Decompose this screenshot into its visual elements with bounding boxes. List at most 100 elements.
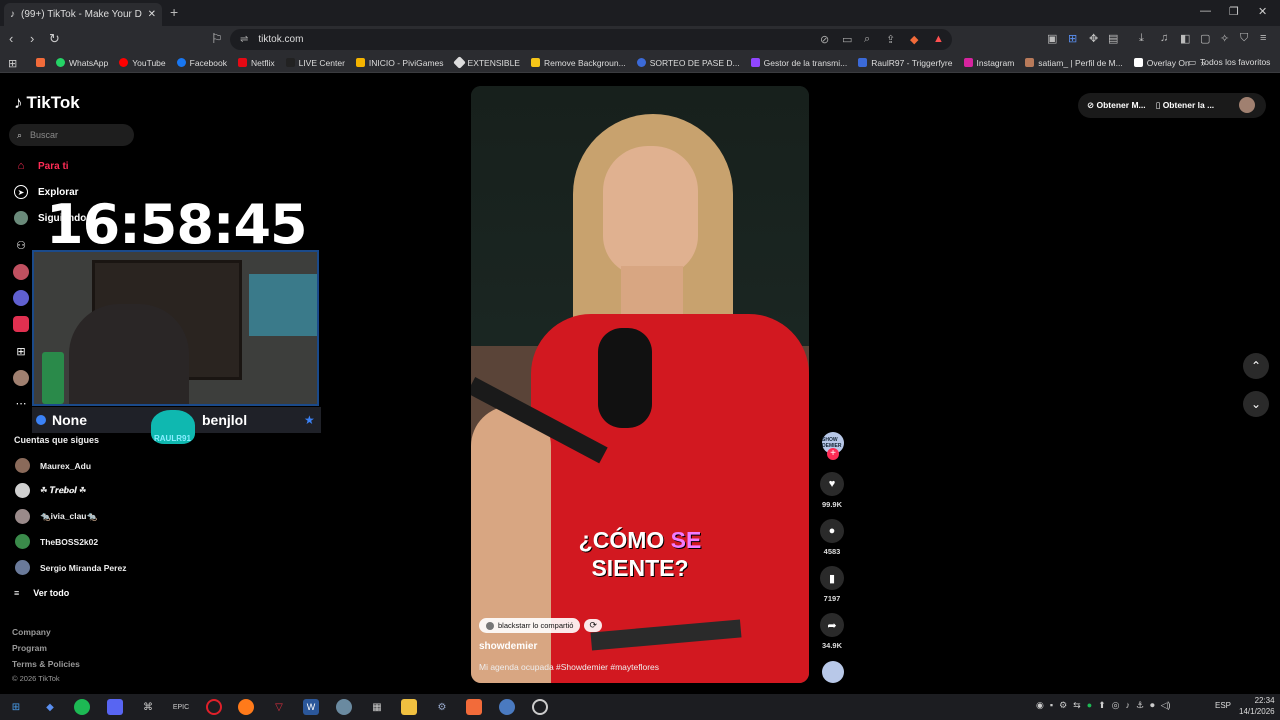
- app-icon[interactable]: ◆: [42, 699, 58, 715]
- bookmark-item[interactable]: Overlay On: [1133, 58, 1190, 68]
- tray-icon[interactable]: ⚓: [1136, 700, 1144, 711]
- account-item[interactable]: Sergio Miranda Perez: [15, 560, 126, 575]
- brave-shield-icon[interactable]: ◆: [910, 33, 918, 46]
- repost-pill[interactable]: blackstarr lo compartió: [479, 618, 581, 633]
- next-video-button[interactable]: ⌄: [1243, 391, 1269, 417]
- language-indicator[interactable]: ESP: [1215, 701, 1231, 710]
- tray-icon[interactable]: ◎: [1112, 700, 1120, 711]
- previous-video-button[interactable]: ⌃: [1243, 353, 1269, 379]
- share-arrow-icon[interactable]: ➦: [820, 613, 844, 637]
- discord-icon[interactable]: [107, 699, 123, 715]
- music-icon[interactable]: ♫: [1160, 32, 1168, 44]
- firefox-icon[interactable]: [238, 699, 254, 715]
- system-tray[interactable]: ◉ ▪ ⚙ ⇆ ● ⬆ ◎ ♪ ⚓ ⏺ ◁): [1036, 700, 1171, 711]
- bookmark-item[interactable]: YouTube: [119, 58, 166, 68]
- windows-start-icon[interactable]: ⊞: [8, 699, 24, 715]
- tray-icon[interactable]: ⇆: [1073, 700, 1081, 711]
- tray-icon[interactable]: ◉: [1036, 700, 1044, 711]
- tray-icon[interactable]: ▪: [1050, 700, 1053, 711]
- share-action[interactable]: ➦ 34.9K: [819, 613, 845, 650]
- bookmark-item[interactable]: satiam_ | Perfil de M...: [1025, 58, 1123, 68]
- valorant-icon[interactable]: ▽: [271, 699, 287, 715]
- comment-action[interactable]: ● 4583: [819, 519, 845, 556]
- search-input[interactable]: ⌕ Buscar: [9, 124, 134, 146]
- bookmark-item[interactable]: RaulR97 - Triggerfyre: [858, 58, 953, 68]
- brave-taskbar-icon[interactable]: [466, 699, 482, 715]
- follow-plus-button[interactable]: +: [827, 448, 839, 460]
- epic-games-icon[interactable]: EPIC: [173, 699, 189, 715]
- all-favorites-folder[interactable]: ▭ Todos los favoritos: [1188, 57, 1270, 68]
- tray-icon[interactable]: ♪: [1126, 700, 1131, 711]
- bookmark-item[interactable]: Instagram: [963, 58, 1014, 68]
- account-item[interactable]: ☘ 𝑻𝒓𝒆𝒃𝒐𝒍 ☘: [15, 483, 86, 498]
- puzzle-icon[interactable]: ✥: [1089, 32, 1098, 45]
- music-disc-icon[interactable]: [822, 661, 844, 683]
- bookmark-item[interactable]: LIVE Center: [285, 58, 345, 68]
- footer-program[interactable]: Program: [12, 643, 47, 653]
- reload-button[interactable]: ↻: [49, 31, 60, 47]
- restore-button[interactable]: ❐: [1229, 5, 1239, 18]
- tiktok-logo[interactable]: ♪ TikTok: [14, 93, 80, 113]
- repost-indicator[interactable]: blackstarr lo compartió ⟳: [479, 618, 602, 633]
- bookmark-item[interactable]: Netflix: [237, 58, 275, 68]
- share-icon[interactable]: ⇪: [886, 33, 895, 46]
- tray-icon[interactable]: ⚙: [1059, 700, 1067, 711]
- live-icon[interactable]: [13, 264, 29, 280]
- bookmark-item[interactable]: EXTENSIBLE: [452, 56, 520, 69]
- spotify-tray-icon[interactable]: ●: [1087, 700, 1092, 711]
- bookmark-item[interactable]: INICIO - PiviGames: [355, 58, 444, 68]
- app3-icon[interactable]: [499, 699, 515, 715]
- download-icon[interactable]: ⤓: [1139, 32, 1144, 45]
- activity-icon[interactable]: [13, 290, 29, 306]
- account-item[interactable]: Maurex_Adu: [15, 458, 91, 473]
- close-window-button[interactable]: ✕: [1258, 5, 1267, 18]
- tray-icon[interactable]: ⬆: [1098, 700, 1106, 711]
- profile-icon[interactable]: [13, 370, 29, 386]
- like-action[interactable]: ♥ 99.9K: [819, 472, 845, 509]
- heart-icon[interactable]: ♥: [820, 472, 844, 496]
- new-tab-button[interactable]: +: [170, 4, 178, 20]
- translate-icon[interactable]: ⊞: [1068, 32, 1077, 45]
- account-item[interactable]: 🐀ivia_clau🐀: [15, 509, 97, 524]
- spotify-icon[interactable]: [74, 699, 90, 715]
- user-avatar[interactable]: [1239, 97, 1255, 113]
- minimize-button[interactable]: —: [1200, 5, 1211, 17]
- app4-icon[interactable]: [532, 699, 548, 715]
- video-author[interactable]: showdemier: [479, 641, 537, 652]
- wallet-icon[interactable]: ▤: [1108, 32, 1118, 45]
- bookmark-icon[interactable]: ▮: [820, 566, 844, 590]
- app2-icon[interactable]: [336, 699, 352, 715]
- save-action[interactable]: ▮ 7197: [819, 566, 845, 603]
- see-all-button[interactable]: ≡ Ver todo: [14, 588, 69, 598]
- nav-for-you[interactable]: ⌂ Para ti: [14, 159, 69, 173]
- forward-button[interactable]: ›: [30, 31, 34, 46]
- bookmark-item[interactable]: Remove Backgroun...: [530, 58, 626, 68]
- mic-tray-icon[interactable]: ⏺: [1150, 700, 1155, 711]
- close-tab-icon[interactable]: ✕: [148, 9, 156, 20]
- bookmark-brave[interactable]: [36, 58, 45, 67]
- site-info-icon[interactable]: ⇌: [240, 34, 248, 45]
- footer-company[interactable]: Company: [12, 627, 51, 637]
- extension-icon[interactable]: ▣: [1047, 32, 1057, 45]
- file-explorer-icon[interactable]: [401, 699, 417, 715]
- bookmark-icon[interactable]: ⚐: [211, 31, 223, 47]
- get-app-button[interactable]: ▯ Obtener la ...: [1156, 100, 1215, 111]
- comment-icon[interactable]: ●: [820, 519, 844, 543]
- back-button[interactable]: ‹: [9, 31, 13, 46]
- vpn-icon[interactable]: ⛉: [1240, 32, 1248, 45]
- more-icon[interactable]: ⋯: [14, 396, 28, 410]
- menu-icon[interactable]: ≡: [1260, 32, 1266, 44]
- brave-rewards-icon[interactable]: ▲: [933, 33, 944, 45]
- calculator-icon[interactable]: ▦: [369, 699, 385, 715]
- opera-icon[interactable]: [206, 699, 222, 715]
- upload-icon[interactable]: ⊞: [14, 344, 28, 358]
- sidebar-icon[interactable]: ◧: [1180, 32, 1190, 45]
- clock-date[interactable]: 22:34 14/1/2026: [1239, 695, 1275, 717]
- zoom-icon[interactable]: ⌕: [864, 33, 870, 46]
- volume-icon[interactable]: ◁): [1161, 700, 1171, 711]
- cast-off-icon[interactable]: ⊘: [820, 33, 829, 46]
- steam-icon[interactable]: ⚙: [434, 699, 450, 715]
- friends-icon[interactable]: ⚇: [14, 238, 28, 252]
- account-item[interactable]: TheBOSS2k02: [15, 534, 98, 549]
- repost-icon[interactable]: ⟳: [584, 619, 602, 632]
